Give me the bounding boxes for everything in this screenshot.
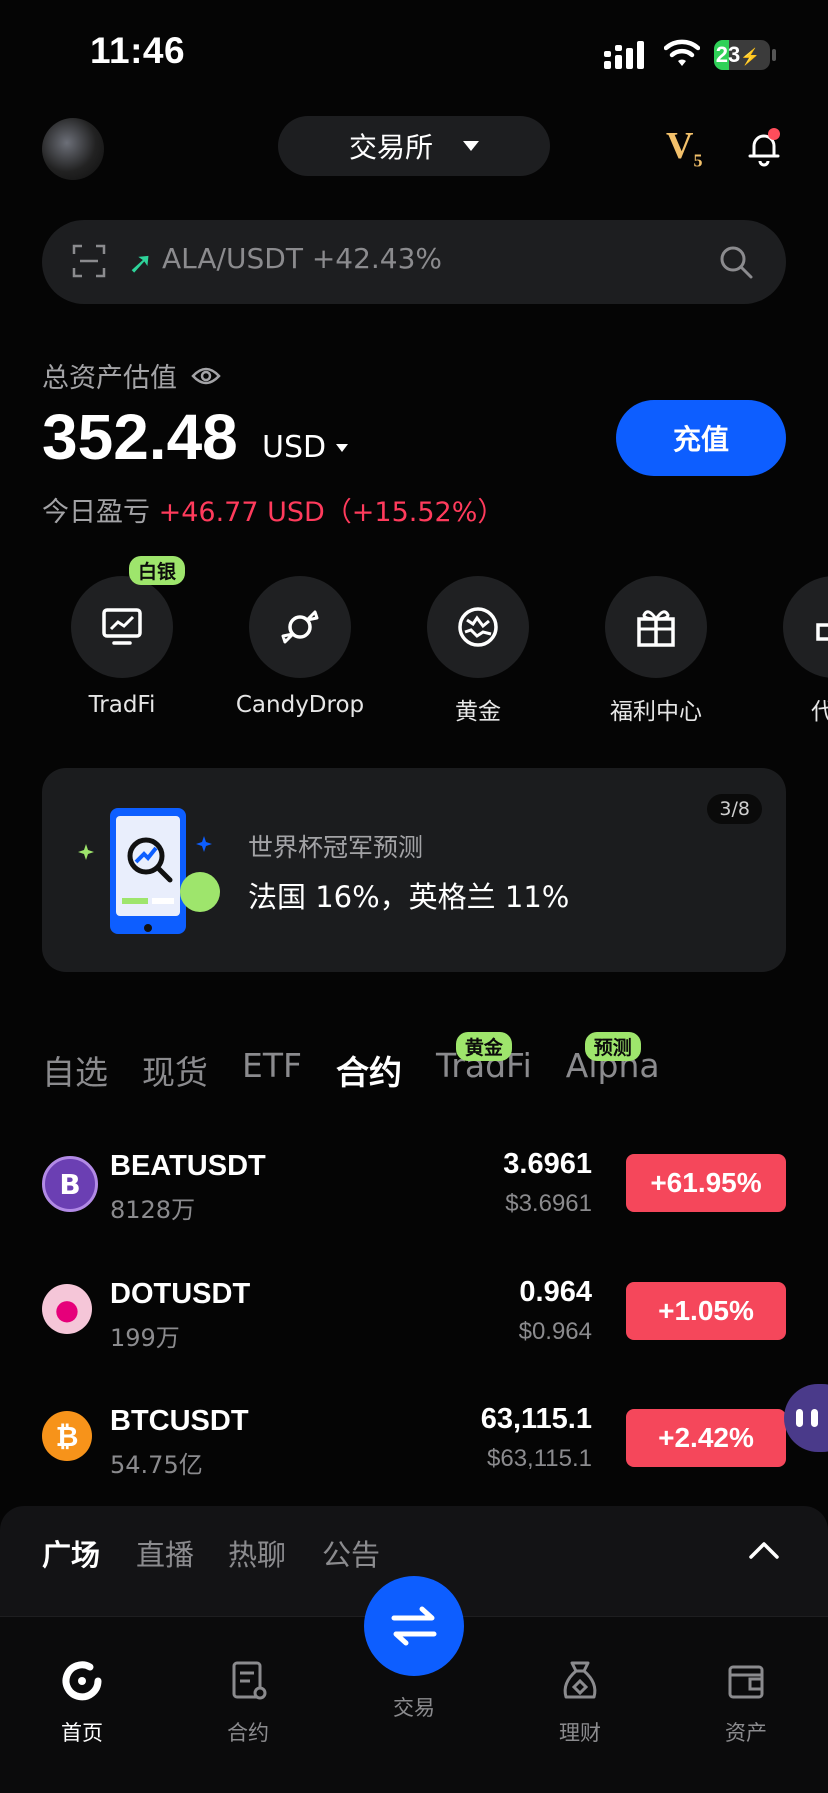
market-price: 0.964 (519, 1276, 592, 1308)
chevron-down-icon (463, 141, 479, 151)
user-avatar[interactable] (42, 118, 104, 180)
tab-badge: 预测 (584, 1032, 641, 1061)
search-icon[interactable] (718, 244, 754, 280)
wallet-icon (728, 1665, 764, 1699)
exchange-selector[interactable]: 交易所 (278, 116, 550, 176)
market-volume: 199万 (110, 1324, 180, 1352)
banner-body: 法国 16%，英格兰 11% (248, 880, 570, 914)
wifi-icon (664, 39, 700, 66)
market-price: 3.6961 (503, 1148, 592, 1180)
candy-icon (281, 610, 319, 644)
futures-doc-icon (232, 1661, 267, 1700)
market-price-usd: $63,115.1 (487, 1445, 592, 1472)
market-change[interactable]: +1.05% (626, 1282, 786, 1340)
bitcoin-coin-icon: ₿ (42, 1411, 92, 1461)
market-row-beatusdt[interactable]: B BEATUSDT 8128万 3.6961 $3.6961 +61.95% (42, 1142, 786, 1226)
pnl-value: +46.77 USD（+15.52%） (158, 497, 505, 528)
market-volume: 54.75亿 (110, 1451, 203, 1479)
prediction-phone-illustration (78, 808, 220, 934)
market-tabs: 自选 现货 ETF 合约 TradFi 黄金 Alpha 预测 (42, 1032, 660, 1094)
battery-indicator: 23⚡ (714, 40, 770, 70)
market-price-usd: $0.964 (518, 1318, 592, 1345)
social-tab-chat[interactable]: 热聊 (228, 1532, 286, 1574)
social-tab-announcements[interactable]: 公告 (322, 1532, 380, 1574)
cellular-signal-icon (604, 41, 644, 69)
market-volume: 8128万 (110, 1196, 196, 1224)
swap-arrows-icon (391, 1606, 437, 1646)
trending-up-icon: ➚ (128, 246, 154, 281)
tab-alpha[interactable]: Alpha 预测 (566, 1032, 660, 1094)
quick-action-rewards[interactable]: 福利中心 (556, 576, 756, 726)
nav-futures[interactable]: 合约 (188, 1637, 308, 1747)
quick-action-gold[interactable]: 黄金 (378, 576, 578, 726)
quick-action-agent[interactable]: 代理 (734, 576, 828, 726)
total-assets-label: 总资产估值 (42, 356, 221, 395)
market-symbol: DOTUSDT (110, 1278, 251, 1310)
eye-icon[interactable] (191, 366, 221, 386)
beat-coin-icon: B (42, 1156, 98, 1212)
market-row-dotusdt[interactable]: ● DOTUSDT 199万 0.964 $0.964 +1.05% (42, 1270, 786, 1354)
deposit-button[interactable]: 充值 (616, 400, 786, 476)
tab-badge: 黄金 (455, 1032, 512, 1061)
tab-etf[interactable]: ETF (242, 1046, 302, 1094)
nav-earn[interactable]: 理财 (520, 1637, 640, 1747)
floating-assistant-button[interactable] (784, 1384, 828, 1452)
vip-badge[interactable]: V5 (666, 124, 702, 172)
quick-action-badge: 白银 (128, 556, 185, 585)
globe-icon (458, 607, 498, 647)
quick-action-candydrop[interactable]: CandyDrop (200, 576, 400, 718)
polkadot-coin-icon: ● (42, 1284, 92, 1334)
nav-assets[interactable]: 资产 (686, 1637, 806, 1747)
chevron-up-icon[interactable] (748, 1540, 780, 1560)
search-trending-text: ALA/USDT +42.43% (162, 242, 443, 275)
exchange-label: 交易所 (348, 131, 433, 164)
search-bar[interactable]: ➚ ALA/USDT +42.43% (42, 220, 786, 304)
market-row-btcusdt[interactable]: ₿ BTCUSDT 54.75亿 63,115.1 $63,115.1 +2.4… (42, 1397, 786, 1481)
battery-cap (772, 49, 776, 61)
tab-watchlist[interactable]: 自选 (42, 1046, 108, 1094)
home-icon (62, 1661, 102, 1701)
market-price-usd: $3.6961 (505, 1190, 592, 1217)
trade-button[interactable] (364, 1576, 464, 1676)
tab-tradfi[interactable]: TradFi 黄金 (436, 1032, 532, 1094)
today-pnl: 今日盈亏 +46.77 USD（+15.52%） (42, 497, 505, 528)
quick-action-tradfi[interactable]: 白银 TradFi (22, 556, 222, 718)
chevron-down-icon (336, 443, 349, 452)
chart-monitor-icon (102, 608, 142, 645)
social-tab-live[interactable]: 直播 (136, 1532, 194, 1574)
banner-title: 世界杯冠军预测 (248, 833, 424, 862)
scan-icon[interactable] (72, 244, 106, 278)
earn-bag-icon (563, 1661, 597, 1699)
market-change[interactable]: +61.95% (626, 1154, 786, 1212)
market-symbol: BTCUSDT (110, 1405, 249, 1437)
total-assets-amount: 352.48 (42, 401, 238, 473)
tab-spot[interactable]: 现货 (142, 1046, 208, 1094)
market-symbol: BEATUSDT (110, 1150, 266, 1182)
nav-trade-label: 交易 (393, 1696, 435, 1720)
agent-icon (816, 623, 828, 641)
currency-selector[interactable]: USD (262, 430, 349, 465)
tab-futures[interactable]: 合约 (336, 1046, 402, 1094)
market-price: 63,115.1 (480, 1403, 592, 1435)
promo-banner[interactable]: 3/8 世界杯冠军预测 法国 16%，英格兰 11% (42, 768, 786, 972)
market-change[interactable]: +2.42% (626, 1409, 786, 1467)
notification-dot (768, 128, 780, 140)
nav-home[interactable]: 首页 (22, 1637, 142, 1747)
banner-pager: 3/8 (707, 794, 762, 824)
social-tab-square[interactable]: 广场 (42, 1532, 100, 1574)
gift-icon (637, 610, 675, 647)
status-time: 11:46 (90, 30, 186, 71)
